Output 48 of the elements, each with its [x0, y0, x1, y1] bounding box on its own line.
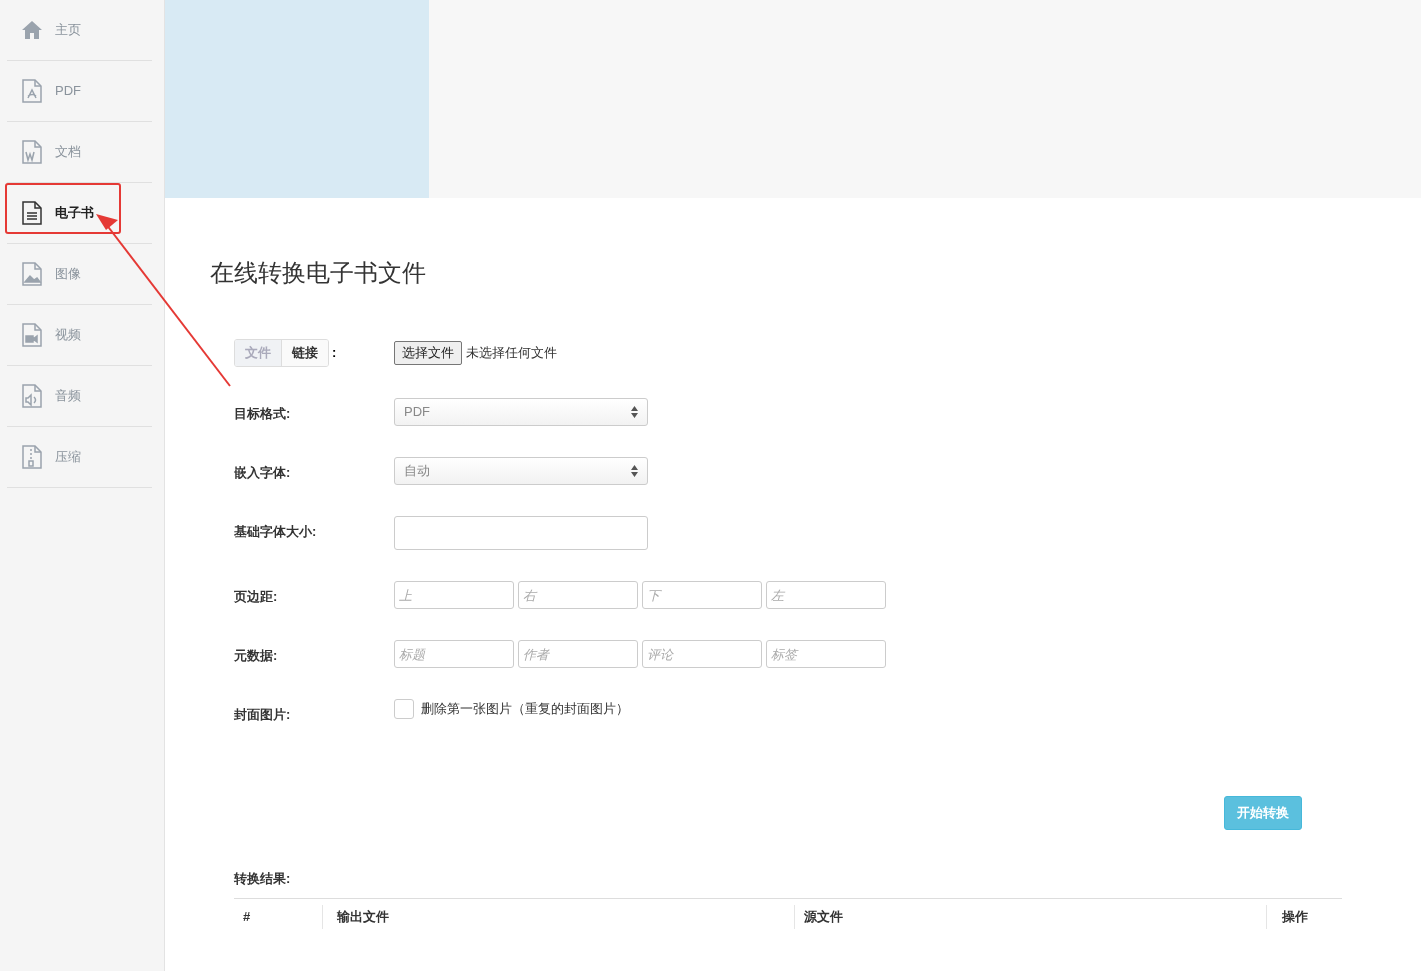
video-file-icon: [21, 323, 43, 347]
word-file-icon: [21, 140, 43, 164]
checkbox[interactable]: [394, 699, 414, 719]
source-tab[interactable]: 链接: [282, 340, 328, 366]
zip-file-icon: [21, 445, 43, 469]
field-label: 元数据:: [234, 647, 279, 665]
page-title: 在线转换电子书文件: [210, 258, 427, 288]
results-label: 转换结果:: [234, 869, 292, 888]
dropdown[interactable]: 自动: [394, 457, 648, 485]
column-header: 操作: [1266, 905, 1342, 929]
dropdown[interactable]: PDF: [394, 398, 648, 426]
sidebar-item[interactable]: 音频: [7, 366, 152, 427]
file-status: 未选择任何文件: [466, 344, 557, 363]
input-field[interactable]: [394, 516, 648, 550]
field-label: 封面图片:: [234, 706, 292, 724]
start-convert-button[interactable]: 开始转换: [1224, 795, 1302, 830]
input-field[interactable]: 上: [394, 581, 514, 609]
field-label: 嵌入字体:: [234, 464, 292, 482]
input-field[interactable]: 左: [766, 581, 886, 609]
checkbox-label: 删除第一张图片（重复的封面图片）: [421, 700, 629, 719]
audio-file-icon: [21, 384, 43, 408]
column-header: 输出文件: [322, 905, 794, 929]
input-field[interactable]: 作者: [518, 640, 638, 668]
sidebar-item[interactable]: 图像: [7, 244, 152, 305]
column-header: #: [242, 908, 252, 926]
sidebar-item[interactable]: 主页: [7, 0, 152, 61]
sort-arrows-icon: [631, 406, 638, 418]
source-tab[interactable]: 文件: [235, 340, 282, 366]
input-field[interactable]: 下: [642, 581, 762, 609]
sidebar-item[interactable]: 压缩: [7, 427, 152, 488]
choose-file-button[interactable]: 选择文件: [394, 341, 462, 365]
input-field[interactable]: 标签: [766, 640, 886, 668]
input-field[interactable]: 标题: [394, 640, 514, 668]
sidebar-item[interactable]: PDF: [7, 61, 152, 122]
input-field[interactable]: 评论: [642, 640, 762, 668]
field-label: 基础字体大小:: [234, 523, 318, 541]
sidebar-item[interactable]: 文档: [7, 122, 152, 183]
column-header: 源文件: [794, 905, 1266, 929]
image-file-icon: [21, 262, 43, 286]
text-file-icon: [21, 201, 43, 225]
sidebar-item[interactable]: 视频: [7, 305, 152, 366]
colon: :: [332, 344, 337, 363]
pdf-file-icon: [21, 79, 43, 103]
field-label: 页边距:: [234, 588, 279, 606]
home-icon: [21, 20, 43, 40]
field-label: 目标格式:: [234, 405, 292, 423]
sort-arrows-icon: [631, 465, 638, 477]
input-field[interactable]: 右: [518, 581, 638, 609]
